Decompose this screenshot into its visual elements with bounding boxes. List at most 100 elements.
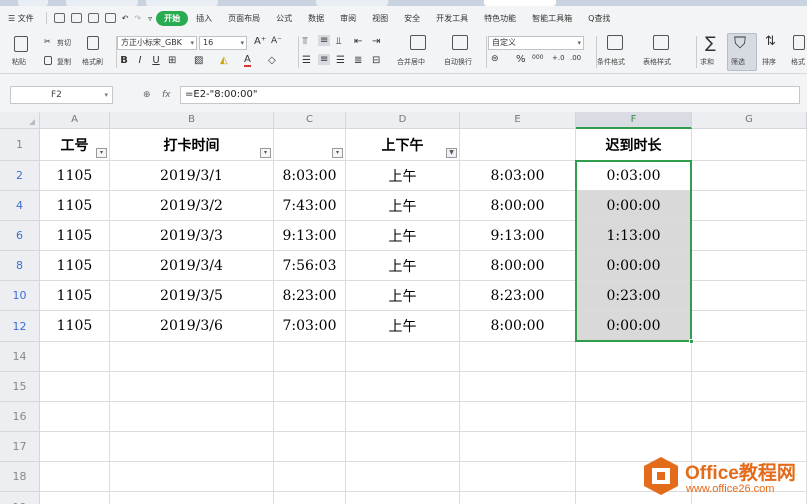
empty-cell[interactable] <box>346 372 460 402</box>
conditional-format-button[interactable]: 条件格式 <box>597 57 625 67</box>
font-name-select[interactable]: 方正小标宋_GBK ▾ <box>117 36 197 50</box>
data-cell[interactable] <box>692 251 807 281</box>
align-top-icon[interactable]: ⫪ <box>302 36 308 47</box>
tab-view[interactable]: 视图 <box>364 13 396 24</box>
tab-developer[interactable]: 开发工具 <box>428 13 476 24</box>
wrap-text-button[interactable]: 自动换行 <box>444 57 472 67</box>
data-cell[interactable]: 上午 <box>346 161 460 191</box>
tab-formulas[interactable]: 公式 <box>268 13 300 24</box>
empty-cell[interactable] <box>110 462 274 492</box>
data-cell[interactable]: 2019/3/4 <box>110 251 274 281</box>
data-cell[interactable]: 1105 <box>40 191 110 221</box>
empty-cell[interactable] <box>40 342 110 372</box>
filter-dropdown-icon[interactable]: ▾ <box>96 148 107 158</box>
data-cell[interactable]: 7:03:00 <box>274 311 346 342</box>
cut-button[interactable]: 剪切 <box>57 38 71 48</box>
data-cell[interactable] <box>692 311 807 342</box>
scissors-icon[interactable]: ✂ <box>44 37 51 46</box>
data-cell[interactable] <box>692 221 807 251</box>
row-header[interactable]: 14 <box>0 342 40 372</box>
empty-cell[interactable] <box>460 432 576 462</box>
border-icon[interactable]: ⊞ <box>168 55 176 66</box>
data-cell[interactable]: 8:03:00 <box>460 161 576 191</box>
row-header[interactable]: 15 <box>0 372 40 402</box>
table-style-button[interactable]: 表格样式 <box>643 57 671 67</box>
filter-dropdown-icon[interactable]: ▾ <box>332 148 343 158</box>
data-cell[interactable]: 9:13:00 <box>274 221 346 251</box>
empty-cell[interactable] <box>274 432 346 462</box>
tab-security[interactable]: 安全 <box>396 13 428 24</box>
empty-cell[interactable] <box>40 432 110 462</box>
align-middle-icon[interactable]: ≡ <box>318 35 331 46</box>
empty-cell[interactable] <box>274 372 346 402</box>
data-cell[interactable]: 1105 <box>40 221 110 251</box>
fx-icon[interactable]: fx <box>162 90 171 100</box>
column-header-f[interactable]: F <box>576 112 692 129</box>
row-header[interactable]: 18 <box>0 462 40 492</box>
format-painter-button[interactable]: 格式刷 <box>82 57 103 67</box>
row-header[interactable]: 2 <box>0 161 40 191</box>
row-header[interactable]: 16 <box>0 402 40 432</box>
empty-cell[interactable] <box>274 492 346 504</box>
data-cell[interactable]: 2019/3/2 <box>110 191 274 221</box>
clear-format-icon[interactable]: ◇ <box>268 55 276 66</box>
filter-button[interactable]: 筛选 <box>731 57 745 67</box>
merge-center-button[interactable]: 合并居中 <box>397 57 425 67</box>
row-header[interactable]: 8 <box>0 251 40 281</box>
tab-data[interactable]: 数据 <box>300 13 332 24</box>
data-cell[interactable]: 7:56:03 <box>274 251 346 281</box>
data-cell[interactable]: 1105 <box>40 251 110 281</box>
empty-cell[interactable] <box>692 402 807 432</box>
number-format-select[interactable]: 自定义 ▾ <box>488 36 584 50</box>
bold-button[interactable]: B <box>118 55 130 66</box>
empty-cell[interactable] <box>346 492 460 504</box>
select-all-corner[interactable] <box>0 112 40 129</box>
empty-cell[interactable] <box>576 342 692 372</box>
empty-cell[interactable] <box>576 402 692 432</box>
column-header-g[interactable]: G <box>692 112 807 129</box>
header-cell[interactable]: 迟到时长 <box>576 129 692 161</box>
merge-cells-icon[interactable] <box>410 35 426 50</box>
empty-cell[interactable] <box>40 462 110 492</box>
data-cell[interactable] <box>692 191 807 221</box>
decrease-decimal-icon[interactable]: .00 <box>570 54 581 62</box>
column-header-a[interactable]: A <box>40 112 110 129</box>
data-cell[interactable] <box>692 281 807 311</box>
decrease-font-icon[interactable]: A⁻ <box>271 36 282 46</box>
row-header[interactable]: 10 <box>0 281 40 311</box>
fill-handle[interactable] <box>689 339 694 344</box>
empty-cell[interactable] <box>576 372 692 402</box>
formula-input[interactable]: =E2-"8:00:00" <box>180 86 800 104</box>
data-cell[interactable]: 8:23:00 <box>460 281 576 311</box>
header-cell[interactable]: 工号 ▾ <box>40 129 110 161</box>
file-menu[interactable]: ☰ 文件 <box>0 13 42 24</box>
data-cell[interactable]: 8:00:00 <box>460 311 576 342</box>
format-icon[interactable] <box>793 35 805 50</box>
save-icon[interactable] <box>53 13 65 23</box>
thousands-button[interactable]: 000 <box>532 54 543 61</box>
font-size-select[interactable]: 16 ▾ <box>199 36 247 50</box>
data-cell[interactable]: 8:00:00 <box>460 251 576 281</box>
late-duration-cell[interactable]: 0:23:00 <box>576 281 692 311</box>
data-cell[interactable]: 1105 <box>40 161 110 191</box>
highlight-icon[interactable]: ◭ <box>220 55 228 66</box>
tab-insert[interactable]: 插入 <box>188 13 220 24</box>
format-painter-icon[interactable] <box>87 36 99 50</box>
row-header[interactable]: 1 <box>0 129 40 161</box>
tab-special-features[interactable]: 特色功能 <box>476 13 524 24</box>
late-duration-cell[interactable]: 0:03:00 <box>576 161 692 191</box>
column-header-b[interactable]: B <box>110 112 274 129</box>
indent-decrease-icon[interactable]: ⇤ <box>354 36 362 47</box>
empty-cell[interactable] <box>460 342 576 372</box>
currency-icon[interactable]: ⊜ <box>491 54 499 64</box>
data-cell[interactable]: 7:43:00 <box>274 191 346 221</box>
row-header[interactable]: 12 <box>0 311 40 342</box>
row-header[interactable]: 4 <box>0 191 40 221</box>
data-cell[interactable]: 1105 <box>40 281 110 311</box>
empty-cell[interactable] <box>274 402 346 432</box>
increase-font-icon[interactable]: A⁺ <box>254 36 266 47</box>
indent-increase-icon[interactable]: ⇥ <box>372 36 380 47</box>
empty-cell[interactable] <box>460 462 576 492</box>
increase-decimal-icon[interactable]: +.0 <box>552 54 565 62</box>
sum-button[interactable]: 求和 <box>700 57 714 67</box>
